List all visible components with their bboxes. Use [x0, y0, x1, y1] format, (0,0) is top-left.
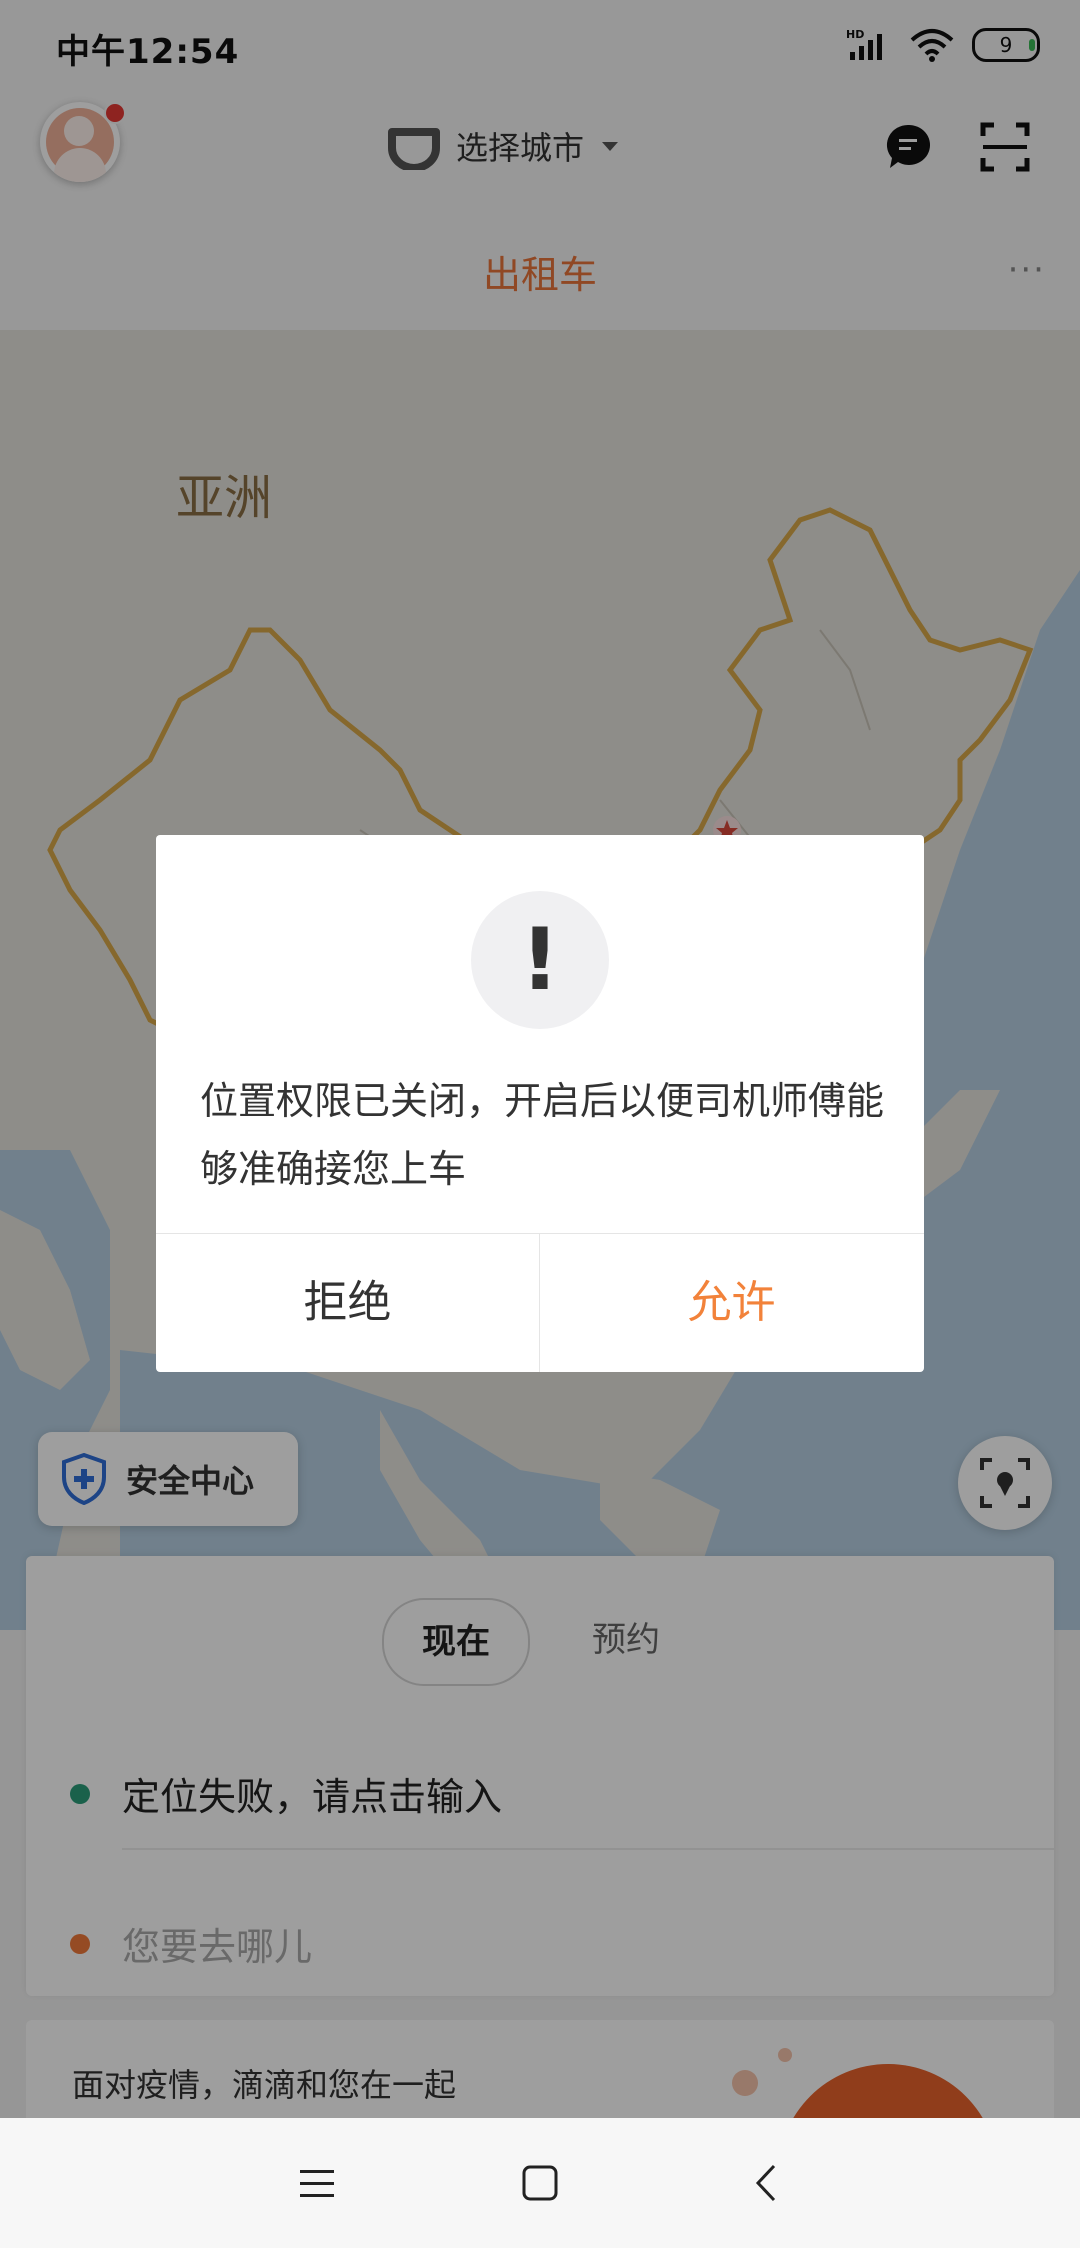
deny-button[interactable]: 拒绝	[156, 1234, 539, 1372]
home-icon[interactable]	[517, 2160, 563, 2206]
back-icon[interactable]	[744, 2160, 790, 2206]
menu-icon[interactable]	[294, 2160, 340, 2206]
dialog-message: 位置权限已关闭，开启后以便司机师傅能够准确接您上车	[200, 1079, 885, 1191]
alert-icon: !	[471, 891, 609, 1029]
allow-button[interactable]: 允许	[540, 1234, 923, 1372]
location-permission-dialog: ! 位置权限已关闭，开启后以便司机师傅能够准确接您上车 拒绝 允许	[156, 835, 924, 1372]
system-nav-bar	[0, 2118, 1080, 2248]
